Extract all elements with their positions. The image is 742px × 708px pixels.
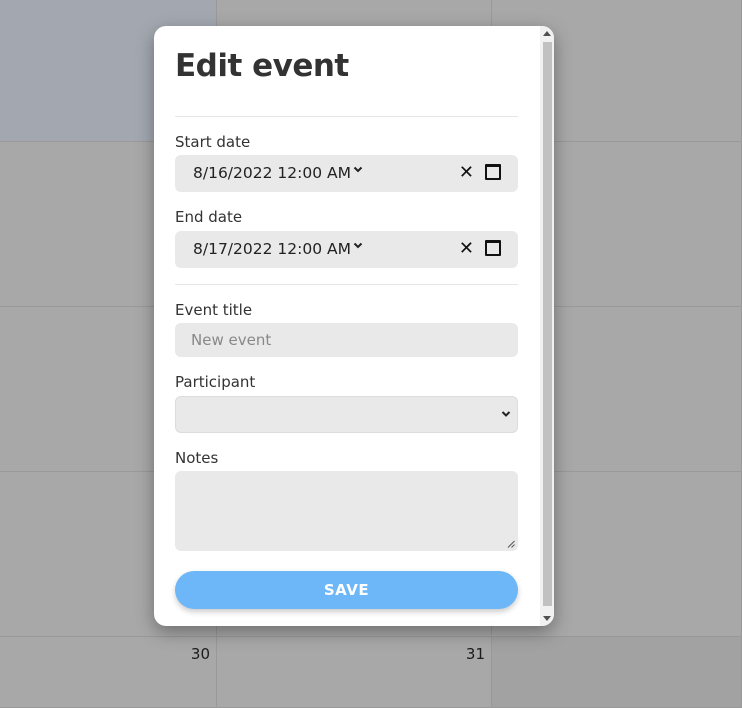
dialog-title: Edit event: [175, 48, 349, 84]
notes-textarea[interactable]: [175, 471, 518, 551]
calendar-cell[interactable]: 31: [217, 637, 492, 708]
event-title-placeholder: New event: [191, 331, 272, 349]
event-title-input[interactable]: New event: [175, 323, 518, 357]
chevron-down-icon[interactable]: [353, 239, 363, 253]
edit-event-dialog: Edit event Start date 8/16/2022 12:00 AM…: [154, 26, 554, 626]
divider: [175, 284, 518, 285]
chevron-down-icon[interactable]: [353, 163, 363, 177]
event-title-label: Event title: [175, 301, 253, 319]
participant-label: Participant: [175, 373, 256, 391]
start-date-picker[interactable]: 8/16/2022 12:00 AM ✕: [175, 155, 518, 192]
day-number: 30: [190, 645, 210, 663]
close-icon[interactable]: ✕: [459, 239, 474, 259]
end-date-picker[interactable]: 8/17/2022 12:00 AM ✕: [175, 231, 518, 268]
calendar-cell[interactable]: [492, 637, 742, 708]
start-date-value[interactable]: 8/16/2022 12:00 AM: [193, 164, 351, 182]
scrollbar-thumb[interactable]: [543, 42, 552, 606]
end-date-label: End date: [175, 208, 243, 226]
notes-label: Notes: [175, 449, 219, 467]
calendar-cell[interactable]: 30: [0, 637, 217, 708]
save-button[interactable]: SAVE: [175, 571, 518, 609]
resize-handle-icon[interactable]: [507, 540, 515, 548]
participant-select[interactable]: [175, 396, 518, 433]
scroll-up-arrow-icon[interactable]: [543, 31, 551, 36]
calendar-icon[interactable]: [485, 164, 501, 180]
start-date-label: Start date: [175, 133, 251, 151]
scrollbar[interactable]: [540, 26, 554, 626]
calendar-icon[interactable]: [485, 240, 501, 256]
close-icon[interactable]: ✕: [459, 163, 474, 183]
end-date-value[interactable]: 8/17/2022 12:00 AM: [193, 240, 351, 258]
day-number: 31: [465, 645, 485, 663]
scroll-down-arrow-icon[interactable]: [543, 616, 551, 621]
divider: [175, 116, 518, 117]
chevron-down-icon[interactable]: [501, 408, 511, 420]
